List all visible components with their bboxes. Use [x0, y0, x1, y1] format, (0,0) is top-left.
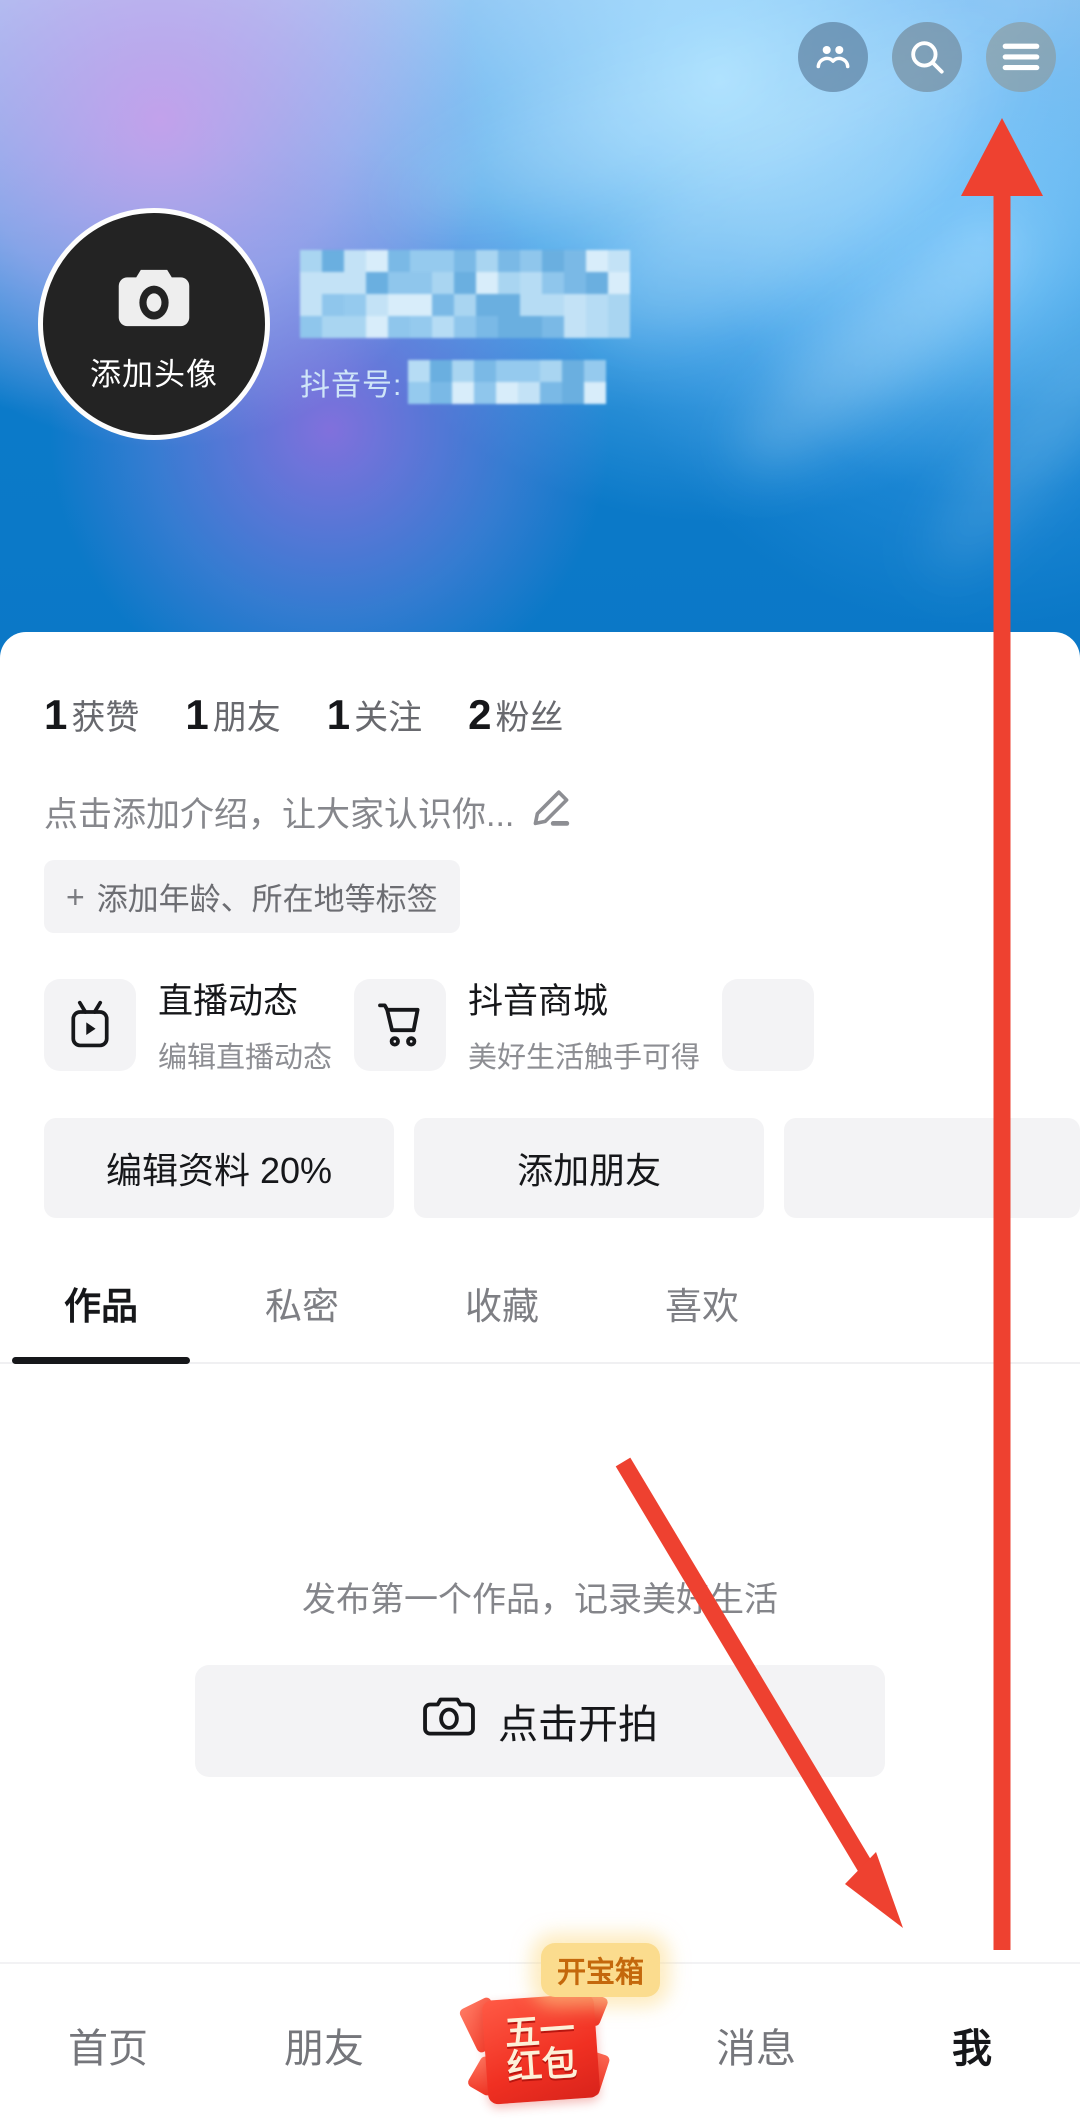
card-subtitle: 美好生活触手可得 — [468, 1042, 701, 1074]
tag-row: + 添加年龄、所在地等标签 — [0, 838, 1080, 933]
empty-state-message: 发布第一个作品，记录美好生活 — [302, 1581, 778, 1619]
bottom-nav: 首页 朋友 五一 红包 开宝箱 消息 我 — [0, 1942, 1080, 2125]
start-shooting-label: 点击开拍 — [498, 1703, 658, 1747]
empty-state: 发布第一个作品，记录美好生活 点击开拍 — [0, 1364, 1080, 1777]
treasure-badge[interactable]: 开宝箱 — [541, 1942, 661, 1997]
more-action-button[interactable] — [784, 1118, 1080, 1218]
nav-item-home[interactable]: 首页 — [0, 2016, 216, 2074]
plus-icon: + — [66, 878, 85, 915]
stat-following[interactable]: 1 关注 — [327, 690, 422, 739]
card-mall[interactable]: 抖音商城 美好生活触手可得 — [354, 973, 700, 1076]
cover-streak — [906, 317, 1080, 593]
add-tags-label: 添加年龄、所在地等标签 — [96, 882, 438, 917]
nav-item-me[interactable]: 我 — [864, 2016, 1080, 2074]
bio-placeholder: 点击添加介绍，让大家认识你... — [44, 796, 515, 834]
douyin-id-masked — [408, 360, 607, 404]
hongbao-line2: 红包 — [505, 2043, 579, 2087]
stat-label: 朋友 — [212, 699, 281, 737]
search-button[interactable] — [892, 22, 962, 92]
stat-value: 2 — [468, 691, 492, 738]
tv-icon — [44, 978, 136, 1071]
camera-icon — [422, 1693, 476, 1749]
stat-label: 粉丝 — [495, 699, 564, 737]
tab-works[interactable]: 作品 — [0, 1276, 202, 1364]
card-title: 直播动态 — [158, 982, 299, 1021]
profile-sheet: 1 获赞 1 朋友 1 关注 2 粉丝 点击添加介绍，让大家认识你... + 添… — [0, 632, 1080, 1962]
card-mall-text: 抖音商城 美好生活触手可得 — [468, 973, 700, 1076]
add-tags-chip[interactable]: + 添加年龄、所在地等标签 — [44, 860, 460, 933]
stats-row: 1 获赞 1 朋友 1 关注 2 粉丝 — [0, 632, 1080, 739]
stat-value: 1 — [185, 691, 209, 738]
douyin-id-label: 抖音号: — [300, 369, 403, 402]
stat-friends[interactable]: 1 朋友 — [185, 690, 280, 739]
stat-label: 获赞 — [71, 699, 140, 737]
search-icon — [906, 36, 948, 78]
camera-icon — [111, 260, 197, 341]
tab-active-underline — [12, 1357, 190, 1364]
nav-item-hongbao[interactable]: 五一 红包 开宝箱 — [432, 1942, 661, 2115]
add-friend-button[interactable]: 添加朋友 — [414, 1118, 765, 1218]
card-live[interactable]: 直播动态 编辑直播动态 — [44, 973, 332, 1076]
tab-liked[interactable]: 喜欢 — [602, 1276, 802, 1364]
douyin-id-row: 抖音号: — [300, 360, 630, 404]
content-tabs: 作品 私密 收藏 喜欢 — [0, 1218, 1080, 1364]
avatar[interactable]: 添加头像 — [38, 208, 270, 440]
stat-label: 关注 — [354, 699, 423, 737]
stat-likes[interactable]: 1 获赞 — [44, 690, 139, 739]
header-actions — [798, 22, 1056, 92]
partial-card-icon — [722, 978, 815, 1071]
stat-value: 1 — [44, 691, 68, 738]
friends-button[interactable] — [798, 22, 868, 92]
nav-item-friends[interactable]: 朋友 — [216, 2016, 432, 2074]
feature-cards: 直播动态 编辑直播动态 抖音商城 美好生活触手可得 — [0, 933, 1080, 1076]
nav-item-messages[interactable]: 消息 — [648, 2016, 864, 2074]
card-live-text: 直播动态 编辑直播动态 — [158, 973, 332, 1076]
cart-icon — [354, 978, 447, 1071]
menu-icon — [1001, 42, 1041, 72]
pencil-icon[interactable] — [526, 785, 574, 838]
card-subtitle: 编辑直播动态 — [158, 1042, 333, 1074]
hongbao-graphic[interactable]: 五一 红包 开宝箱 — [458, 1942, 661, 2115]
stat-value: 1 — [326, 691, 351, 738]
card-title: 抖音商城 — [468, 982, 609, 1021]
tab-private[interactable]: 私密 — [202, 1276, 402, 1364]
hongbao-text: 五一 红包 — [482, 1993, 601, 2105]
card-partial[interactable] — [722, 973, 815, 1076]
avatar-wrap[interactable]: 添加头像 — [38, 208, 270, 440]
stat-fans[interactable]: 2 粉丝 — [468, 690, 563, 739]
tab-favorites[interactable]: 收藏 — [402, 1276, 602, 1364]
username-masked — [300, 250, 630, 338]
friends-icon — [812, 36, 854, 78]
identity-block: 抖音号: — [300, 250, 630, 404]
edit-profile-button[interactable]: 编辑资料 20% — [44, 1118, 395, 1218]
start-shooting-button[interactable]: 点击开拍 — [195, 1665, 885, 1777]
bio-row[interactable]: 点击添加介绍，让大家认识你... — [0, 739, 1080, 838]
menu-button[interactable] — [986, 22, 1056, 92]
profile-actions: 编辑资料 20% 添加朋友 — [0, 1076, 1080, 1218]
avatar-label: 添加头像 — [90, 357, 218, 392]
